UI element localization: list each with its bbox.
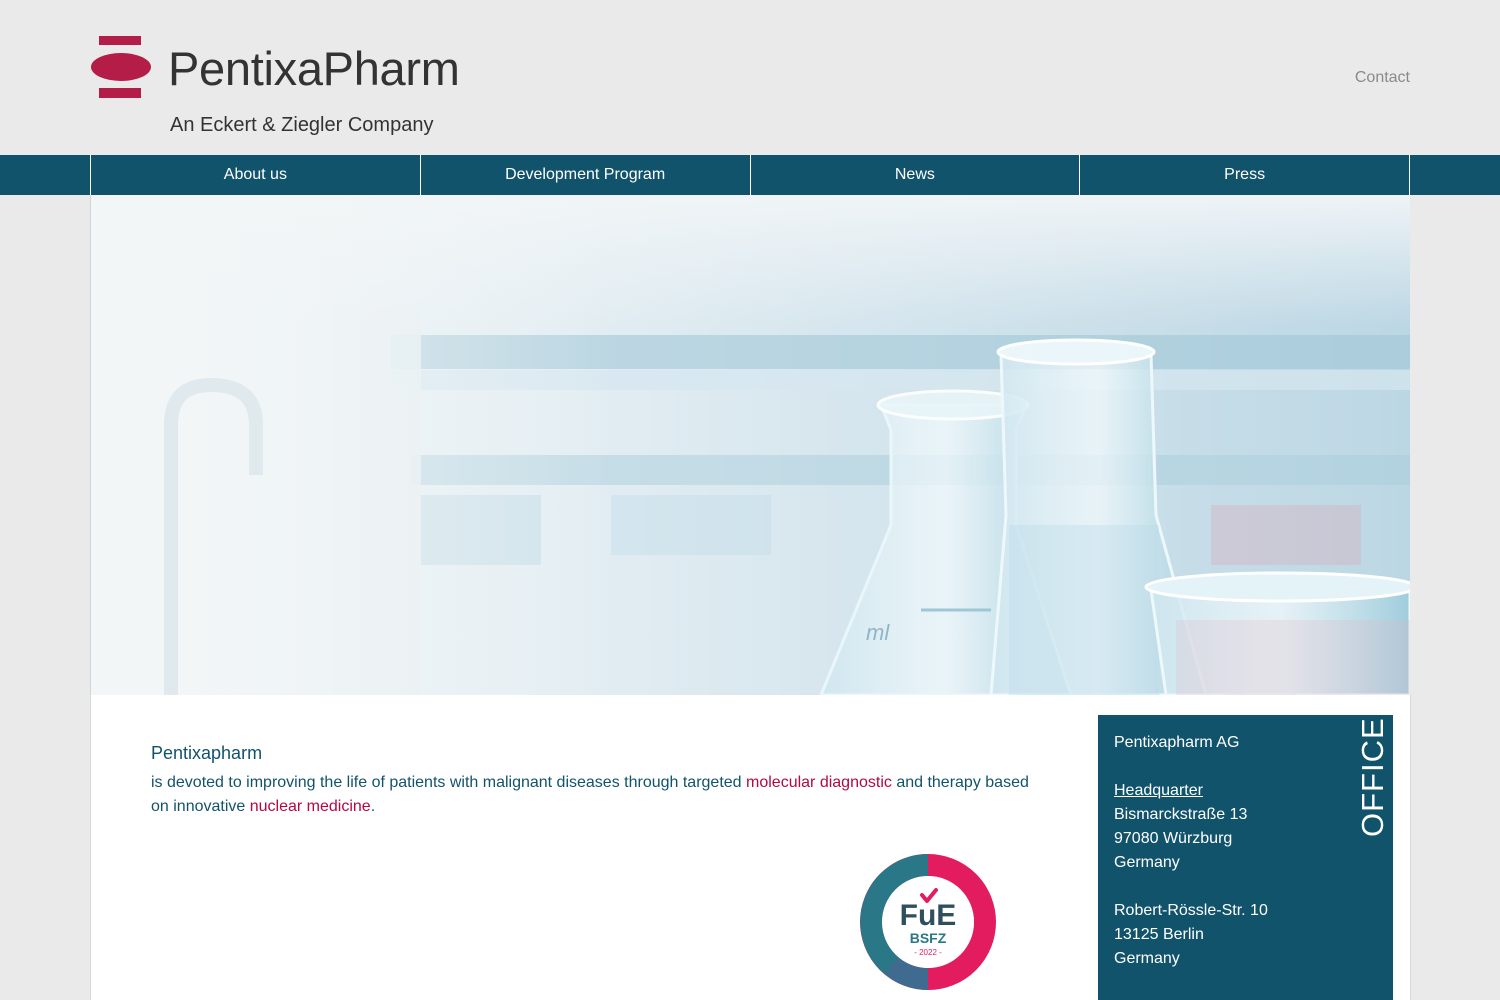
intro-title: Pentixapharm — [151, 743, 263, 763]
contact-link[interactable]: Contact — [1355, 69, 1410, 87]
flask-ml-marking: ml — [866, 620, 890, 645]
intro-text-part3: . — [370, 798, 376, 815]
fue-bsfz-badge: FuE BSFZ - 2022 - — [860, 854, 996, 990]
hq-country: Germany — [1114, 854, 1180, 871]
headquarter-link[interactable]: Headquarter — [1114, 779, 1268, 803]
brand-logo[interactable]: PentixaPharm An Eckert & Ziegler Company — [90, 36, 460, 142]
brand-name: PentixaPharm — [168, 42, 460, 95]
hq-street: Bismarckstraße 13 — [1114, 806, 1248, 823]
office-company: Pentixapharm AG — [1114, 734, 1240, 751]
office-label-text: OFFICE — [1355, 717, 1390, 837]
branch-street: Robert-Rössle-Str. 10 — [1114, 902, 1268, 919]
nav-item-about-us[interactable]: About us — [90, 155, 420, 195]
nav-item-news[interactable]: News — [749, 155, 1080, 195]
main-content: Pentixapharm is devoted to improving the… — [90, 695, 1411, 1000]
office-box: Pentixapharm AG Headquarter Bismarckstra… — [1098, 715, 1393, 1000]
nuclear-medicine-link[interactable]: nuclear medicine — [250, 798, 371, 815]
main-nav-items: About us Development Program News Press — [90, 155, 1410, 195]
office-label: OFFICE — [1355, 717, 1390, 841]
badge-main-text: FuE — [900, 899, 957, 932]
lab-glassware-illustration: ml — [91, 195, 1410, 695]
nav-item-press[interactable]: Press — [1079, 155, 1410, 195]
site-header: PentixaPharm An Eckert & Ziegler Company… — [0, 0, 1500, 155]
hq-city: 97080 Würzburg — [1114, 830, 1233, 847]
brand-subtitle: An Eckert & Ziegler Company — [170, 114, 434, 136]
intro-text: is devoted to improving the life of pati… — [151, 771, 1031, 819]
office-address: Pentixapharm AG Headquarter Bismarckstra… — [1114, 731, 1268, 971]
molecular-diagnostic-link[interactable]: molecular diagnostic — [746, 774, 892, 791]
intro-text-part1: is devoted to improving the life of pati… — [151, 774, 747, 791]
badge-sub-text: BSFZ — [910, 930, 947, 946]
hero-image: ml — [90, 195, 1410, 695]
nav-item-development-program[interactable]: Development Program — [419, 155, 750, 195]
pentixapharm-logo-icon — [91, 36, 151, 98]
branch-city: 13125 Berlin — [1114, 926, 1204, 943]
branch-country: Germany — [1114, 950, 1180, 967]
main-nav: About us Development Program News Press — [0, 155, 1500, 195]
badge-year-text: - 2022 - — [914, 948, 942, 957]
